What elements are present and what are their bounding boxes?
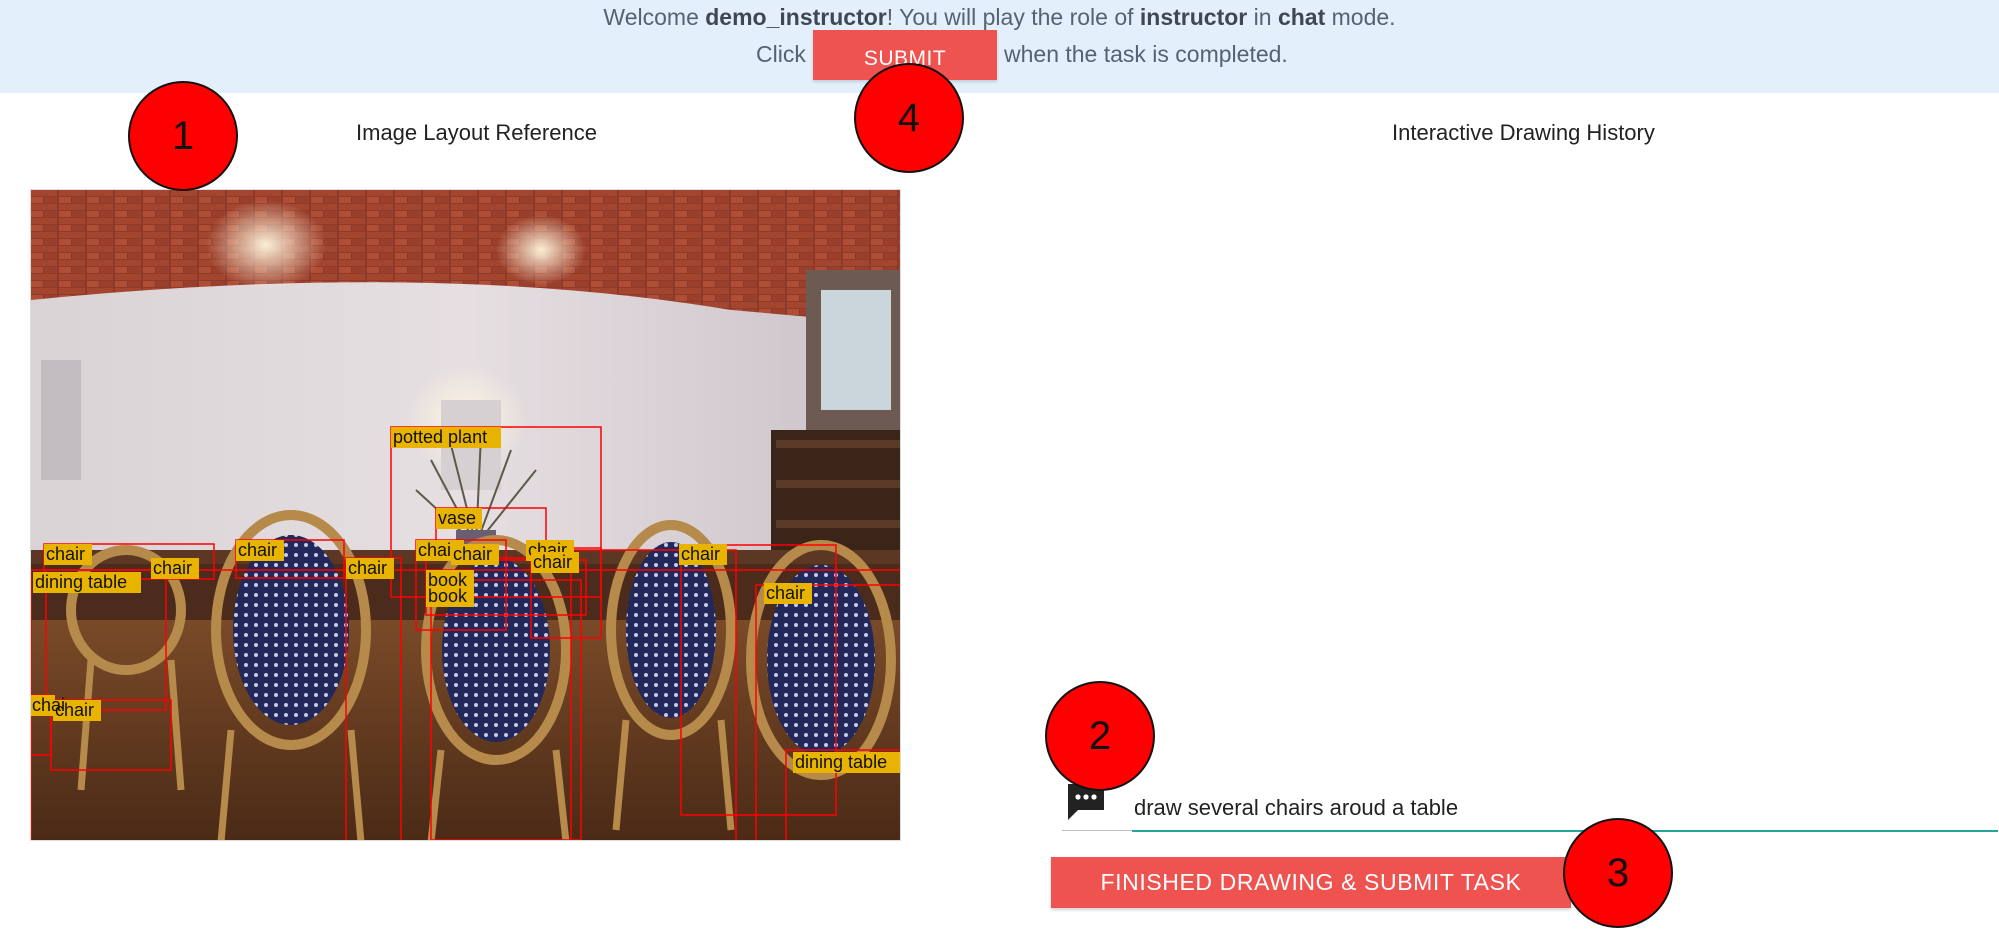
image-layout-heading: Image Layout Reference bbox=[356, 120, 597, 145]
chat-message-input[interactable] bbox=[1132, 786, 1998, 832]
drawing-history-heading: Interactive Drawing History bbox=[1392, 120, 1655, 145]
marker-2: 2 bbox=[1045, 681, 1155, 791]
label-vase: vase bbox=[438, 508, 476, 528]
mode-prefix: in bbox=[1247, 4, 1278, 30]
marker-4: 4 bbox=[854, 63, 964, 173]
role: instructor bbox=[1139, 4, 1248, 30]
mode-suffix: mode. bbox=[1325, 4, 1396, 30]
completion-text: when the task is completed. bbox=[1004, 41, 1288, 67]
marker-3: 3 bbox=[1563, 818, 1673, 928]
label-chair-b: chair bbox=[153, 558, 192, 578]
mode: chat bbox=[1277, 4, 1326, 30]
role-text: ! You will play the role of bbox=[886, 4, 1140, 30]
marker-1: 1 bbox=[128, 81, 238, 191]
click-text: Click bbox=[756, 41, 806, 67]
label-chair-i: chair bbox=[766, 583, 805, 603]
label-chair-a: chair bbox=[46, 544, 85, 564]
label-dining-table-a: dining table bbox=[35, 572, 127, 592]
welcome-line: Welcome demo_instructor! You will play t… bbox=[0, 3, 1999, 31]
reference-image: potted plant vase chair chair dining tab… bbox=[30, 189, 901, 841]
label-chai: chai bbox=[32, 695, 65, 715]
label-chair-h: chair bbox=[681, 544, 720, 564]
chat-divider bbox=[1062, 830, 1134, 831]
welcome-prefix: Welcome bbox=[603, 4, 706, 30]
label-chair-k: chair bbox=[453, 544, 492, 564]
label-book-b: book bbox=[428, 586, 468, 606]
finished-drawing-button[interactable]: FINISHED DRAWING & SUBMIT TASK bbox=[1051, 857, 1571, 908]
label-chair-d: chair bbox=[348, 558, 387, 578]
label-chair-c: chair bbox=[238, 540, 277, 560]
label-dining-table-b: dining table bbox=[795, 752, 887, 772]
label-chair-g: chair bbox=[533, 552, 572, 572]
reference-photo-svg: potted plant vase chair chair dining tab… bbox=[31, 190, 900, 840]
username: demo_instructor bbox=[705, 4, 887, 30]
instruction-banner: Welcome demo_instructor! You will play t… bbox=[0, 0, 1999, 93]
label-potted-plant: potted plant bbox=[393, 427, 487, 447]
